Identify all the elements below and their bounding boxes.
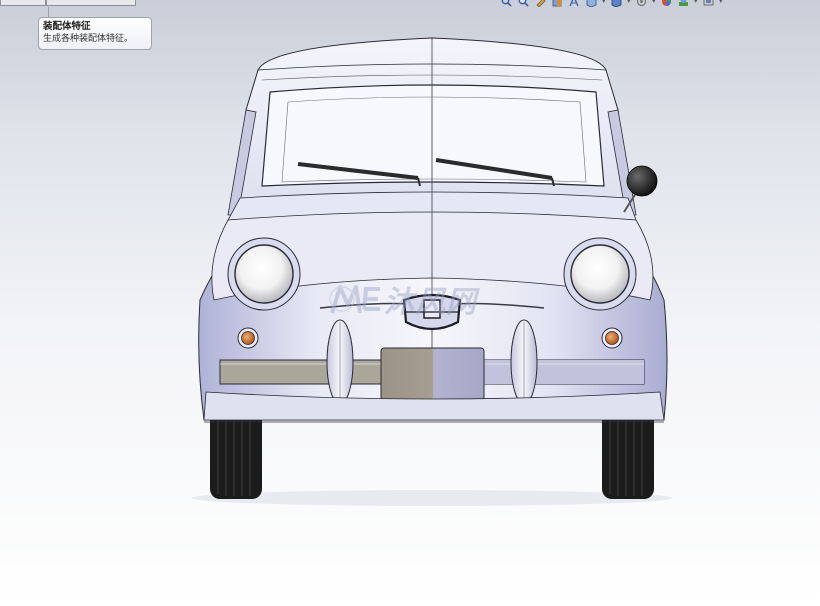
watermark: 沐风网 <box>328 279 477 320</box>
hide-show-dropdown-icon[interactable]: ▾ <box>652 0 657 8</box>
command-tab-right[interactable] <box>46 0 136 6</box>
left-headlamp[interactable] <box>227 237 301 311</box>
view-orientation-dropdown-icon[interactable]: ▾ <box>602 0 607 8</box>
right-headlamp[interactable] <box>563 237 637 311</box>
command-tab-left[interactable] <box>0 0 46 6</box>
tooltip: 装配体特征 生成各种装配体特征。 <box>38 17 152 50</box>
edit-appearance-icon[interactable] <box>660 0 673 8</box>
ground-shadow <box>192 490 672 506</box>
section-view-icon[interactable] <box>551 0 564 8</box>
zoom-to-area-icon[interactable] <box>517 0 530 8</box>
previous-view-icon[interactable] <box>534 0 547 8</box>
right-turn-signal[interactable] <box>601 327 623 349</box>
view-settings-icon[interactable] <box>702 0 715 8</box>
zoom-to-fit-icon[interactable] <box>500 0 513 8</box>
tooltip-description: 生成各种装配体特征。 <box>43 34 134 44</box>
apply-scene-dropdown-icon[interactable]: ▾ <box>694 0 699 8</box>
heads-up-view-toolbar: ▾ ▾ ▾ ▾ ▾ <box>500 0 750 8</box>
view-settings-dropdown-icon[interactable]: ▾ <box>719 0 724 8</box>
right-bumper-guard[interactable] <box>510 319 538 405</box>
hide-show-items-icon[interactable] <box>635 0 648 8</box>
graphics-area[interactable]: 装配体特征 生成各种装配体特征。 ▾ ▾ ▾ ▾ ▾ 沐风网 <box>0 0 820 606</box>
dynamic-annotation-icon[interactable] <box>568 0 581 8</box>
left-bumper-guard[interactable] <box>326 319 354 405</box>
left-turn-signal[interactable] <box>237 327 259 349</box>
display-style-icon[interactable] <box>610 0 623 8</box>
watermark-logo-icon <box>329 285 380 314</box>
right-side-mirror[interactable] <box>623 165 658 213</box>
tooltip-pointer <box>48 7 49 17</box>
watermark-text: 沐风网 <box>384 285 477 320</box>
command-manager-tabs <box>0 0 140 8</box>
license-plate[interactable] <box>380 347 485 401</box>
display-style-dropdown-icon[interactable]: ▾ <box>627 0 632 8</box>
view-orientation-icon[interactable] <box>585 0 598 8</box>
tooltip-title: 装配体特征 <box>43 21 91 32</box>
apply-scene-icon[interactable] <box>677 0 690 8</box>
